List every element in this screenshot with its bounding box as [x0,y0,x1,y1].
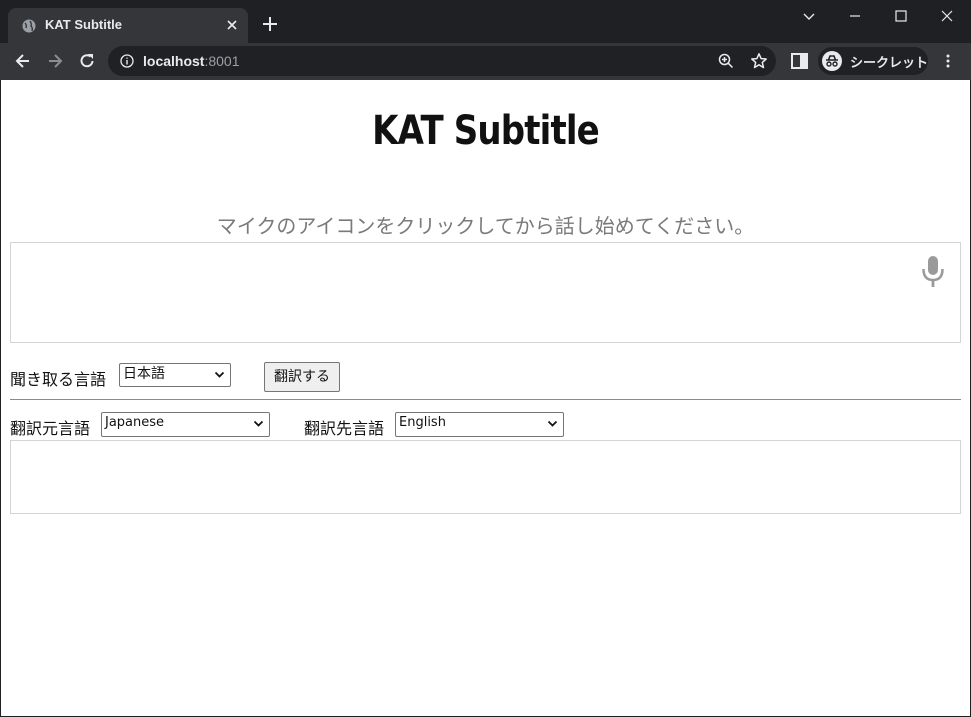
tab-title: KAT Subtitle [45,17,123,32]
target-language-value: English [399,415,446,430]
target-language-label: 翻訳先言語 [304,419,385,438]
browser-titlebar: KAT Subtitle [0,0,971,43]
reload-icon[interactable] [77,51,97,71]
source-language-value: Japanese [105,415,165,430]
globe-icon [22,19,36,33]
menu-icon[interactable] [940,53,956,69]
chevron-down-icon[interactable] [799,6,819,26]
chevron-down-icon [547,420,558,427]
listen-language-select[interactable]: 日本語 [119,363,231,387]
divider [10,399,961,400]
url-text: localhost:8001 [143,53,240,69]
page-title: KAT Subtitle [372,108,600,154]
back-icon[interactable] [13,51,33,71]
plus-icon[interactable] [260,14,280,34]
source-language-label: 翻訳元言語 [10,419,91,438]
zoom-icon[interactable] [718,53,734,69]
translation-result-box[interactable] [10,440,961,514]
speech-transcript-box[interactable] [10,242,961,343]
incognito-indicator[interactable]: シークレット [818,47,928,75]
incognito-icon [822,51,842,71]
incognito-label: シークレット [850,56,929,71]
forward-icon[interactable] [45,51,65,71]
listen-language-label: 聞き取る言語 [10,370,107,389]
address-bar[interactable]: localhost:8001 [108,46,776,76]
listen-language-row: 聞き取る言語 日本語 翻訳する [10,362,961,392]
star-icon[interactable] [750,52,768,70]
source-language-select[interactable]: Japanese [101,412,270,437]
instruction-text: マイクのアイコンをクリックしてから話し始めてください。 [216,214,755,238]
minimize-icon[interactable] [845,6,865,26]
microphone-icon[interactable] [920,255,946,289]
chevron-down-icon [253,420,264,427]
info-icon[interactable] [120,54,134,68]
listen-language-value: 日本語 [123,366,165,382]
close-icon[interactable] [224,17,240,33]
maximize-icon[interactable] [891,6,911,26]
translate-button[interactable]: 翻訳する [264,362,340,392]
browser-toolbar: localhost:8001 シークレット [0,43,971,80]
page-viewport: KAT Subtitle マイクのアイコンをクリックしてから話し始めてください。… [1,80,970,716]
chevron-down-icon [214,371,225,378]
translation-language-row: 翻訳元言語 Japanese 翻訳先言語 English [10,412,961,438]
target-language-select[interactable]: English [395,412,564,437]
side-panel-icon[interactable] [791,53,808,69]
window-close-icon[interactable] [937,6,957,26]
browser-tab[interactable]: KAT Subtitle [8,8,248,43]
